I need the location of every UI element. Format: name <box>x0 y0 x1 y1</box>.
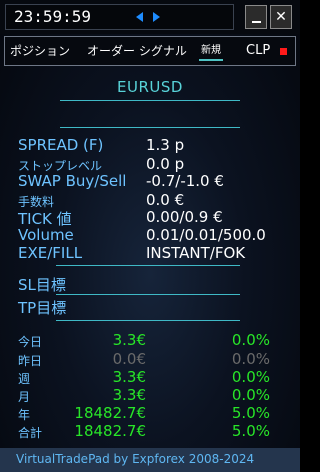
stat-period-label: 年 <box>18 408 31 422</box>
stat-percent: 0.0% <box>231 350 270 368</box>
tp-target-label: TP目標 <box>18 299 67 317</box>
stat-period-label: 合計 <box>18 426 43 440</box>
detail-label: Volume <box>18 226 74 244</box>
close-button[interactable]: ✕ <box>270 5 292 29</box>
trade-pad-panel: 23:59:59 ✕ ポジション オーダー シグナル 新規 CLP EURUSD… <box>0 0 300 472</box>
footer-bar: VirtualTradePad by Expforex 2008-2024 <box>0 448 300 472</box>
stat-amount: 18482.7€ <box>74 422 146 440</box>
stat-amount: 3.3€ <box>112 368 146 386</box>
stat-percent: 0.0% <box>231 368 270 386</box>
detail-value: 0.01/0.01/500.0 <box>146 226 266 244</box>
footer-credit[interactable]: VirtualTradePad by Expforex 2008-2024 <box>16 452 254 466</box>
minimize-button[interactable] <box>245 5 267 29</box>
detail-value: -0.7/-1.0 € <box>146 172 224 190</box>
stat-period-label: 週 <box>18 372 31 386</box>
tab-orders-signals[interactable]: オーダー シグナル <box>87 37 187 65</box>
stat-amount: 3.3€ <box>112 331 146 349</box>
tab-positions[interactable]: ポジション <box>10 37 70 65</box>
stat-percent: 5.0% <box>231 404 270 422</box>
detail-label: EXE/FILL <box>18 244 83 262</box>
next-arrow-icon[interactable] <box>153 12 160 22</box>
divider <box>56 320 240 321</box>
stat-period-label: 昨日 <box>18 354 43 368</box>
stat-period-label: 今日 <box>18 335 43 349</box>
tab-bar: ポジション オーダー シグナル 新規 CLP <box>4 36 296 66</box>
minimize-icon <box>252 21 261 23</box>
sl-target-label: SL目標 <box>18 276 66 294</box>
server-clock: 23:59:59 <box>5 4 234 30</box>
stat-percent: 5.0% <box>231 422 270 440</box>
stat-period-label: 月 <box>18 390 31 404</box>
divider <box>60 100 240 101</box>
detail-value: 0.0 p <box>146 155 185 173</box>
detail-value: 1.3 p <box>146 136 185 154</box>
divider <box>56 294 240 295</box>
detail-value: INSTANT/FOK <box>146 244 246 262</box>
clp-status-indicator <box>280 48 287 55</box>
divider <box>56 265 240 266</box>
tab-clp[interactable]: CLP <box>246 37 270 65</box>
stat-percent: 0.0% <box>231 331 270 349</box>
detail-value: 0.00/0.9 € <box>146 208 223 226</box>
detail-value: 0.0 € <box>146 191 185 209</box>
symbol-name: EURUSD <box>117 78 183 96</box>
prev-arrow-icon[interactable] <box>136 12 143 22</box>
stat-amount: 0.0€ <box>112 350 146 368</box>
stat-percent: 0.0% <box>231 386 270 404</box>
detail-label: SPREAD (F) <box>18 136 104 154</box>
title-bar: 23:59:59 ✕ <box>0 0 300 34</box>
stat-amount: 18482.7€ <box>74 404 146 422</box>
stat-amount: 3.3€ <box>112 386 146 404</box>
active-tab-underline <box>199 59 223 61</box>
divider <box>60 127 240 128</box>
detail-label: SWAP Buy/Sell <box>18 172 127 190</box>
